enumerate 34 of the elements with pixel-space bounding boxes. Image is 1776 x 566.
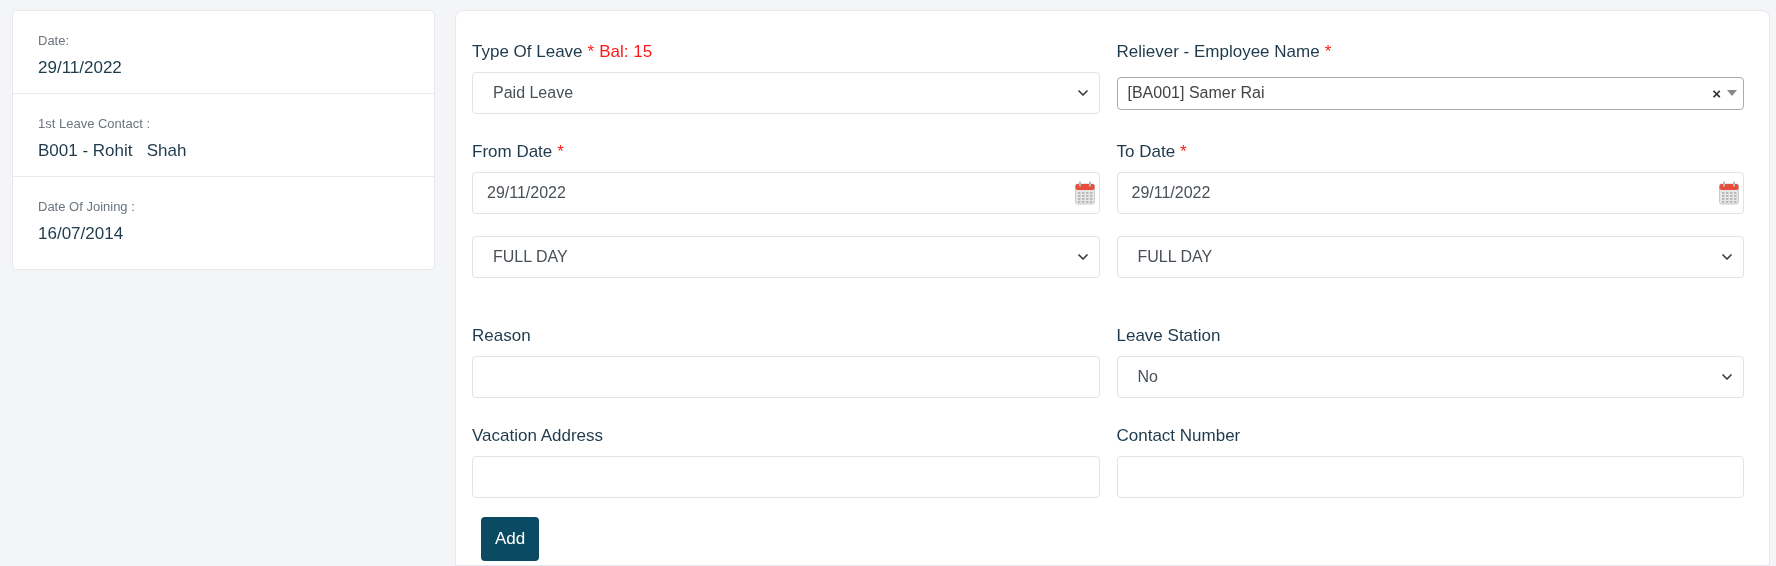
- text-field[interactable]: [472, 456, 1100, 498]
- date-field[interactable]: 29/11/2022: [472, 172, 1100, 214]
- summary-value: 16/07/2014: [38, 222, 125, 245]
- field-label: Reliever - Employee Name: [1116, 41, 1320, 63]
- date-field[interactable]: 29/11/2022: [1116, 172, 1744, 214]
- dropdown[interactable]: FULL DAY: [1116, 236, 1744, 278]
- summary-label: Date:: [38, 32, 71, 50]
- summary-value: 29/11/2022: [38, 56, 123, 79]
- required-mark: *: [1324, 41, 1332, 63]
- dropdown[interactable]: No: [1116, 356, 1744, 398]
- dropdown[interactable]: Paid Leave: [472, 72, 1100, 114]
- calendar-icon[interactable]: [1074, 181, 1095, 205]
- text-field[interactable]: [472, 356, 1100, 398]
- caret-icon[interactable]: [1727, 90, 1737, 96]
- required-mark: *: [1180, 141, 1187, 163]
- summary-label: 1st Leave Contact :: [38, 115, 151, 133]
- employee-select[interactable]: [BA001] Samer Rai ×: [1116, 76, 1744, 110]
- summary-value: B001 - Rohit Shah: [38, 139, 188, 162]
- field-label: Reason: [472, 325, 531, 347]
- required-mark: *: [557, 141, 564, 163]
- field-label: Type Of Leave: [472, 41, 583, 63]
- field-label: From Date: [472, 141, 553, 163]
- field-label: Vacation Address: [472, 425, 604, 447]
- balance-note: Bal: 15: [599, 41, 653, 63]
- add-button[interactable]: Add: [481, 517, 540, 561]
- summary-label: Date Of Joining :: [38, 198, 136, 216]
- dropdown[interactable]: FULL DAY: [472, 236, 1100, 278]
- clear-icon[interactable]: ×: [1712, 85, 1721, 101]
- field-label: To Date: [1116, 141, 1176, 163]
- text-field[interactable]: [1116, 456, 1744, 498]
- field-label: Contact Number: [1116, 425, 1241, 447]
- field-label: Leave Station: [1116, 325, 1221, 347]
- required-mark: *: [587, 41, 595, 63]
- calendar-icon[interactable]: [1719, 181, 1739, 205]
